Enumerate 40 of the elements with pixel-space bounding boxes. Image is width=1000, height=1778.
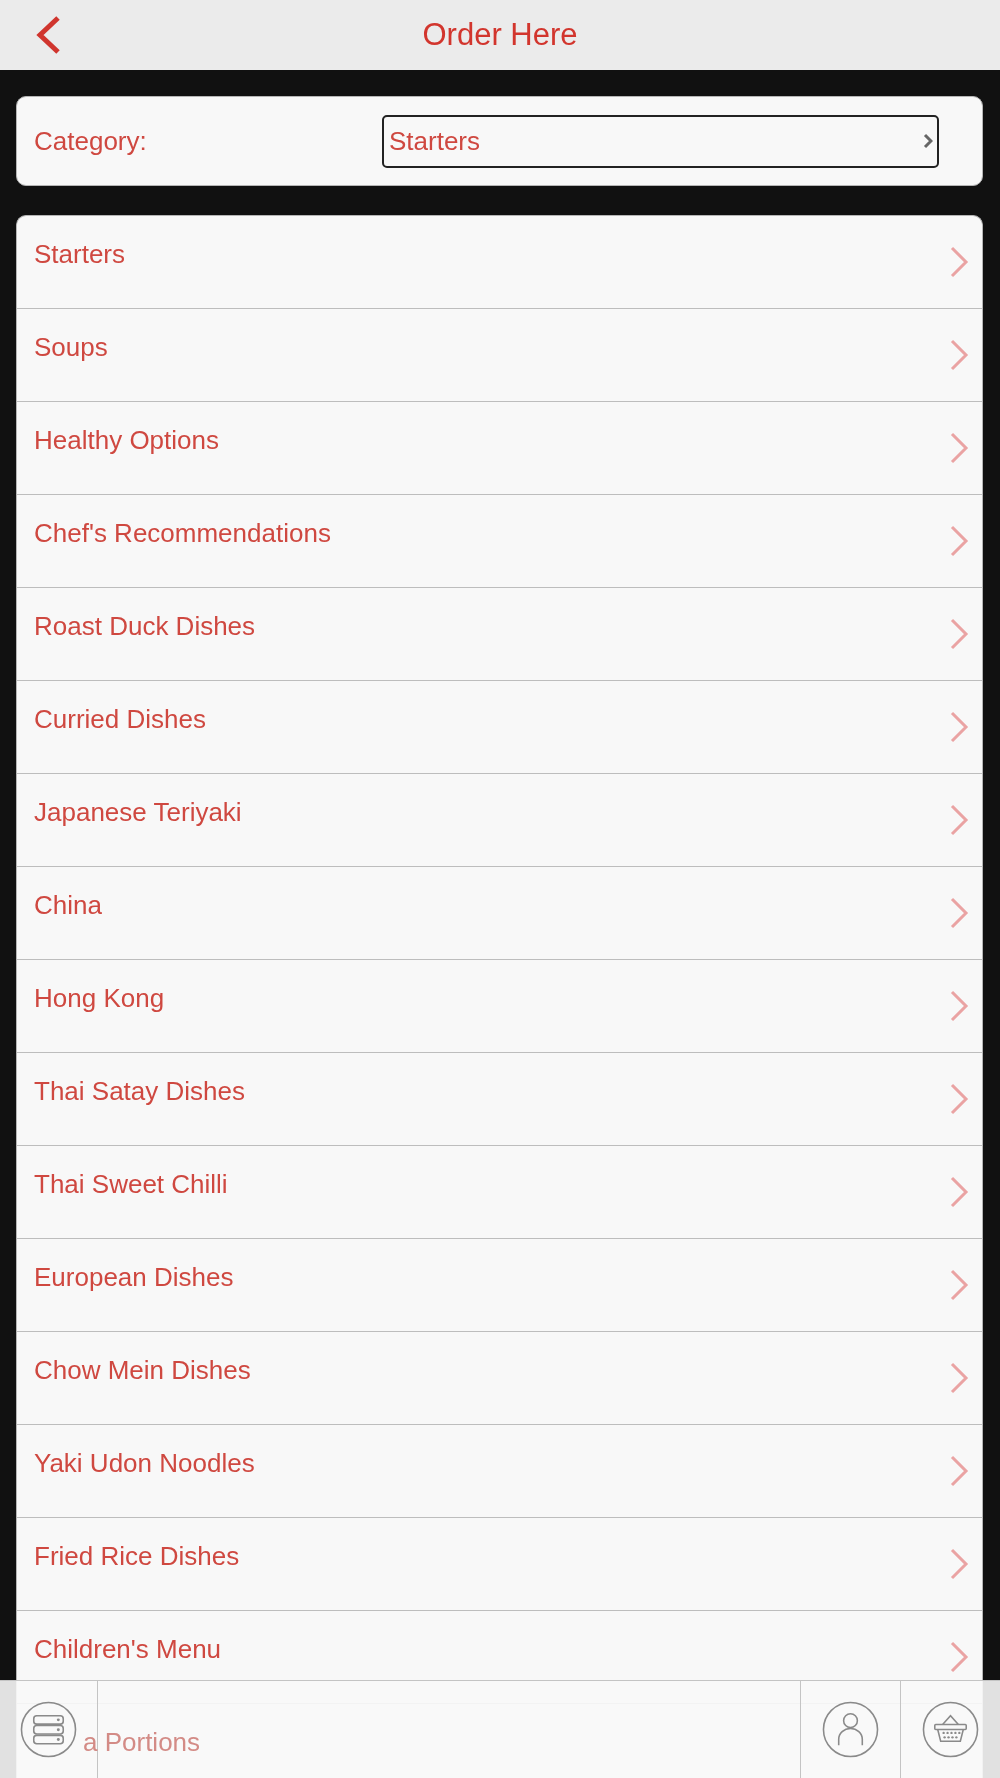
chevron-icon: [949, 897, 969, 929]
chevron-icon: [949, 1641, 969, 1673]
chevron-icon: [949, 618, 969, 650]
category-item[interactable]: Chow Mein Dishes: [17, 1332, 982, 1425]
account-icon[interactable]: [822, 1701, 879, 1758]
chevron-icon: [949, 990, 969, 1022]
category-select[interactable]: Starters: [382, 114, 939, 168]
chevron-icon: [949, 711, 969, 743]
chevron-icon: [949, 1455, 969, 1487]
menu-icon[interactable]: [20, 1701, 77, 1758]
chevron-icon: [949, 804, 969, 836]
category-item[interactable]: China: [17, 867, 982, 960]
category-item[interactable]: Soups: [17, 309, 982, 402]
category-item[interactable]: Healthy Options: [17, 402, 982, 495]
chevron-icon: [923, 133, 933, 149]
category-item[interactable]: Japanese Teriyaki: [17, 774, 982, 867]
chevron-icon: [949, 246, 969, 278]
category-item[interactable]: Fried Rice Dishes: [17, 1518, 982, 1611]
chevron-icon: [949, 1548, 969, 1580]
back-icon[interactable]: [35, 16, 61, 54]
chevron-icon: [949, 432, 969, 464]
basket-icon[interactable]: [922, 1701, 979, 1758]
category-item[interactable]: Roast Duck Dishes: [17, 588, 982, 681]
category-item[interactable]: Chef's Recommendations: [17, 495, 982, 588]
category-item[interactable]: European Dishes: [17, 1239, 982, 1332]
category-item[interactable]: Hong Kong: [17, 960, 982, 1053]
category-item[interactable]: Curried Dishes: [17, 681, 982, 774]
category-item[interactable]: Thai Sweet Chilli: [17, 1146, 982, 1239]
chevron-icon: [949, 1083, 969, 1115]
category-item[interactable]: Starters: [17, 216, 982, 309]
chevron-icon: [949, 339, 969, 371]
category-label: Category:: [34, 126, 147, 156]
chevron-icon: [949, 525, 969, 557]
chevron-icon: [949, 1176, 969, 1208]
page-title: Order Here: [422, 17, 578, 53]
category-item[interactable]: Yaki Udon Noodles: [17, 1425, 982, 1518]
category-item[interactable]: a Portions: [83, 1727, 201, 1757]
chevron-icon: [949, 1362, 969, 1394]
category-item[interactable]: Thai Satay Dishes: [17, 1053, 982, 1146]
chevron-icon: [949, 1269, 969, 1301]
